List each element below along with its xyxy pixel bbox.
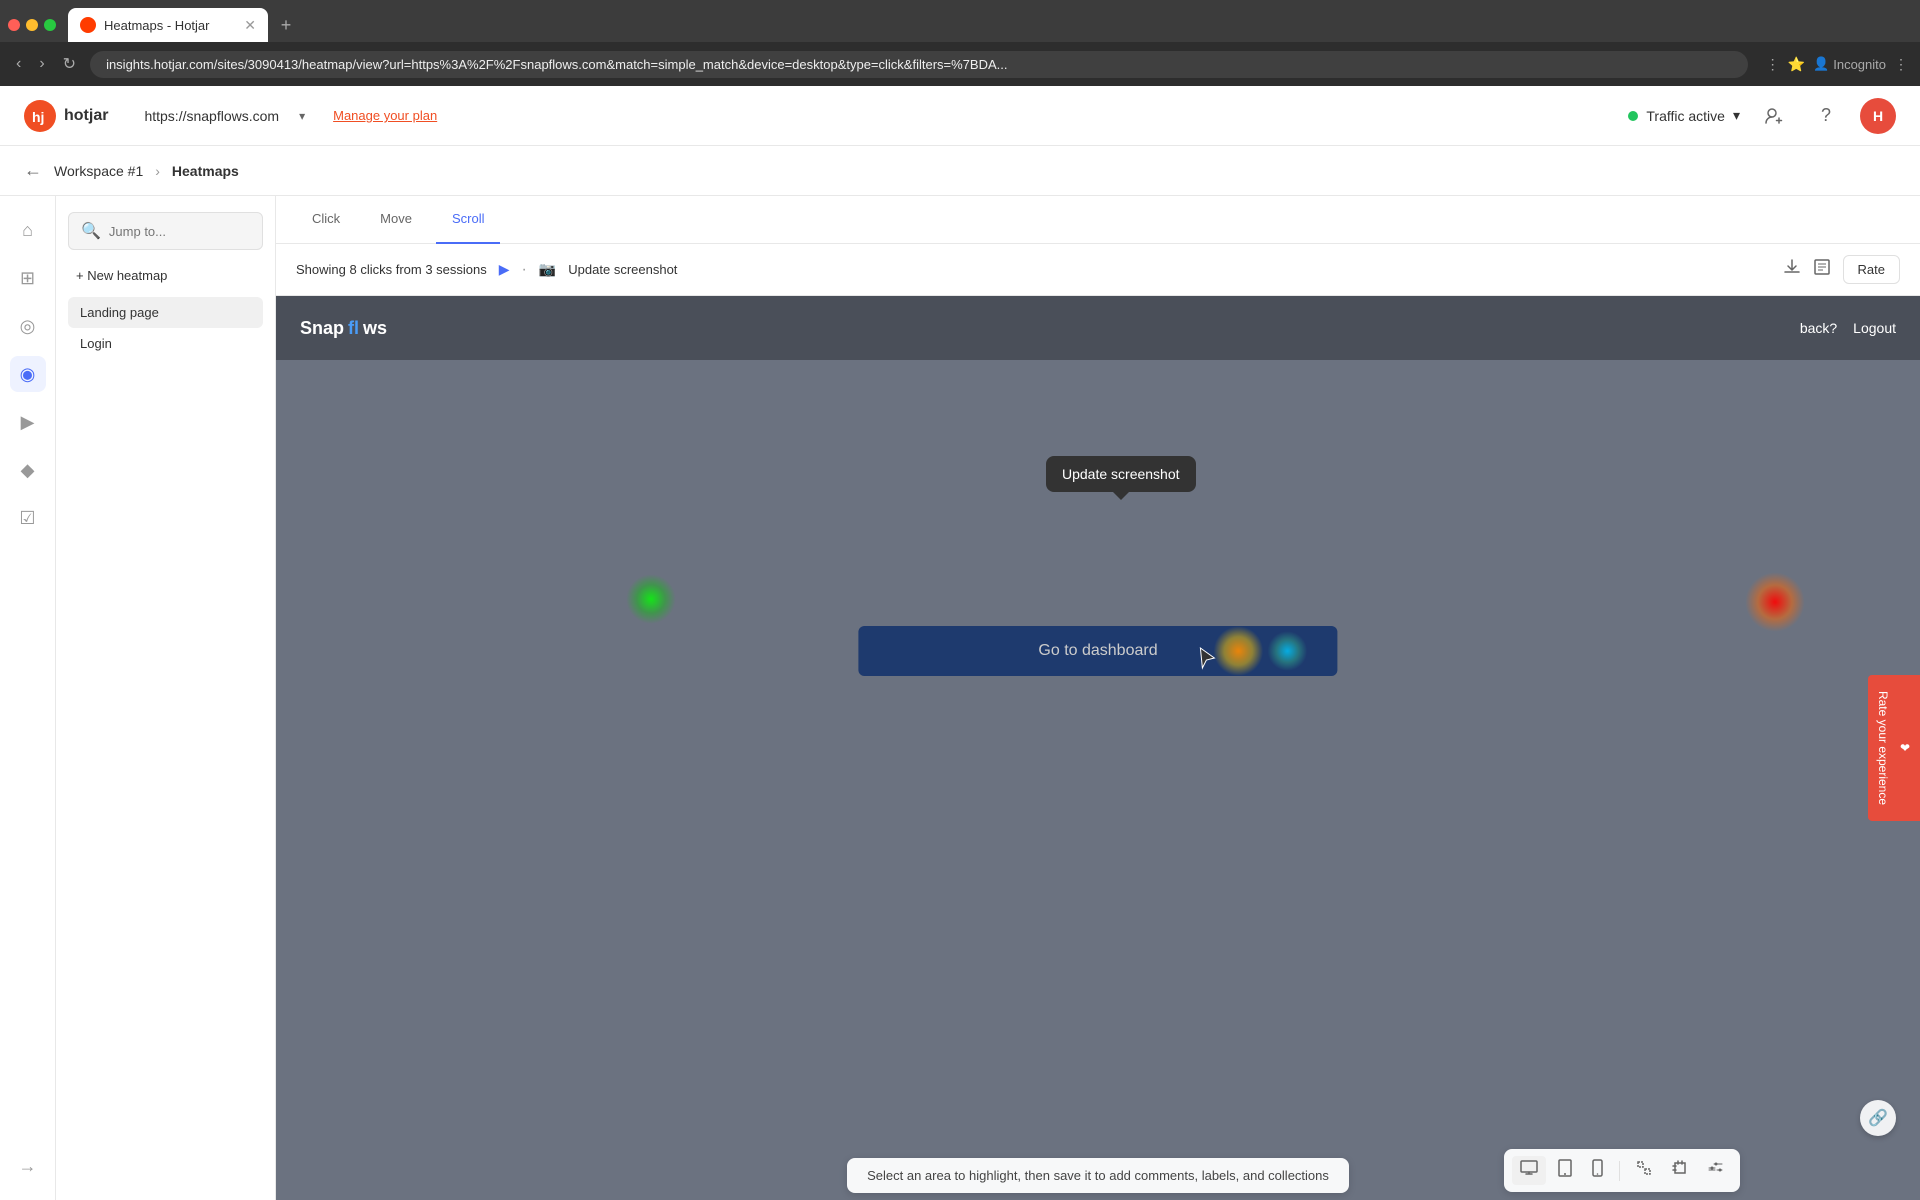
breadcrumb-bar: ← Workspace #1 › Heatmaps xyxy=(0,146,1920,196)
extensions-button[interactable]: ⭐ xyxy=(1788,56,1805,73)
separator: · xyxy=(522,261,527,279)
page-logo: Snapflws xyxy=(300,318,387,339)
hotjar-logo-icon: hj xyxy=(24,100,56,132)
app-container: hj hotjar https://snapflows.com ▾ Manage… xyxy=(0,86,1920,1200)
heatspot-nav-right xyxy=(1745,572,1805,632)
breadcrumb-separator: › xyxy=(155,163,160,179)
user-avatar[interactable]: H xyxy=(1860,98,1896,134)
rate-experience-icon: ❤ xyxy=(1898,741,1912,755)
tablet-view-button[interactable] xyxy=(1550,1155,1580,1186)
cursor-pointer xyxy=(1198,646,1218,675)
download-button[interactable] xyxy=(1783,258,1801,281)
content-area: Click Move Scroll Showing 8 clicks from … xyxy=(276,196,1920,1200)
divider xyxy=(1619,1161,1620,1181)
camera-icon: 📷 xyxy=(539,261,556,278)
breadcrumb-workspace[interactable]: Workspace #1 xyxy=(54,163,143,179)
sidebar-panel: 🔍 + New heatmap Landing page Login xyxy=(56,196,276,1200)
profile-icon: 👤 xyxy=(1813,56,1829,72)
sidebar-item-landing-page[interactable]: Landing page xyxy=(68,297,263,328)
tab-move[interactable]: Move xyxy=(364,196,428,244)
address-bar: ‹ › ↻ ⋮ ⭐ 👤 Incognito ⋮ xyxy=(0,42,1920,86)
tab-close-button[interactable]: ✕ xyxy=(244,17,256,34)
sidebar-item-surveys[interactable]: ☑ xyxy=(10,500,46,536)
play-sessions-button[interactable]: ▶ xyxy=(499,261,510,278)
rate-button[interactable]: Rate xyxy=(1843,255,1900,284)
sidebar-item-feedback[interactable]: ◆ xyxy=(10,452,46,488)
tab-scroll[interactable]: Scroll xyxy=(436,196,501,244)
site-dropdown-button[interactable]: ▾ xyxy=(299,109,305,123)
heatmap-viewport: Update screenshot Snapflws back? Logout xyxy=(276,296,1920,1200)
sessions-info-text: Showing 8 clicks from 3 sessions xyxy=(296,262,487,277)
search-box: 🔍 xyxy=(68,212,263,250)
minimize-dot[interactable] xyxy=(26,19,38,31)
nav-right: Traffic active ▾ ? H xyxy=(1628,98,1896,134)
left-icon-sidebar: ⌂ ⊞ ◎ ◉ ▶ ◆ ☑ → xyxy=(0,196,56,1200)
browser-chrome: Heatmaps - Hotjar ✕ + ‹ › ↻ ⋮ ⭐ 👤 Incogn… xyxy=(0,0,1920,86)
manage-plan-link[interactable]: Manage your plan xyxy=(333,108,437,123)
menu-button[interactable]: ⋮ xyxy=(1894,56,1908,73)
tab-click[interactable]: Click xyxy=(296,196,356,244)
browser-tab[interactable]: Heatmaps - Hotjar ✕ xyxy=(68,8,268,42)
refresh-button[interactable]: ↻ xyxy=(59,50,80,78)
sidebar-item-home[interactable]: ⌂ xyxy=(10,212,46,248)
select-area-hint: Select an area to highlight, then save i… xyxy=(847,1158,1349,1193)
back-button[interactable]: ‹ xyxy=(12,51,25,77)
dashboard-button[interactable]: Go to dashboard xyxy=(858,626,1337,676)
sidebar-item-collapse[interactable]: → xyxy=(10,1148,46,1184)
mobile-view-button[interactable] xyxy=(1584,1155,1611,1186)
help-button[interactable]: ? xyxy=(1808,98,1844,134)
adjust-tool-button[interactable] xyxy=(1700,1156,1732,1185)
nav-site-url: https://snapflows.com xyxy=(144,108,279,124)
search-input[interactable] xyxy=(109,224,250,239)
incognito-badge: 👤 Incognito xyxy=(1813,56,1886,73)
traffic-active-indicator[interactable]: Traffic active ▾ xyxy=(1628,107,1740,124)
traffic-dropdown-icon: ▾ xyxy=(1733,107,1740,124)
selection-tool-button[interactable] xyxy=(1628,1156,1660,1185)
new-tab-button[interactable]: + xyxy=(272,11,300,39)
tab-favicon xyxy=(80,17,96,33)
update-screenshot-link[interactable]: Update screenshot xyxy=(568,262,677,277)
rate-experience-sidebar[interactable]: ❤ Rate your experience xyxy=(1868,675,1920,821)
info-bar-right: Rate xyxy=(1783,255,1900,284)
main-layout: ⌂ ⊞ ◎ ◉ ▶ ◆ ☑ → 🔍 + New heatmap Landing … xyxy=(0,196,1920,1200)
hotjar-brand: hotjar xyxy=(64,107,108,125)
desktop-view-button[interactable] xyxy=(1512,1156,1546,1185)
new-heatmap-button[interactable]: + New heatmap xyxy=(68,262,263,289)
crop-tool-button[interactable] xyxy=(1664,1156,1696,1185)
sidebar-item-recordings[interactable]: ▶ xyxy=(10,404,46,440)
sidebar-item-login[interactable]: Login xyxy=(68,328,263,359)
search-icon: 🔍 xyxy=(81,221,101,241)
link-icon[interactable]: 🔗 xyxy=(1860,1100,1896,1136)
page-nav-bar: Snapflws back? Logout xyxy=(276,296,1920,360)
add-user-button[interactable] xyxy=(1756,98,1792,134)
traffic-status-dot xyxy=(1628,111,1638,121)
top-nav: hj hotjar https://snapflows.com ▾ Manage… xyxy=(0,86,1920,146)
tab-title: Heatmaps - Hotjar xyxy=(104,18,209,33)
dashboard-button-wrapper: Go to dashboard xyxy=(858,626,1337,676)
forward-button[interactable]: › xyxy=(35,51,48,77)
device-switcher xyxy=(1504,1149,1740,1192)
browser-actions: ⋮ ⭐ 👤 Incognito ⋮ xyxy=(1766,56,1908,73)
close-dot[interactable] xyxy=(8,19,20,31)
cast-button[interactable]: ⋮ xyxy=(1766,56,1780,73)
sidebar-item-dashboard[interactable]: ⊞ xyxy=(10,260,46,296)
heatspot-logo xyxy=(626,574,676,624)
heatmap-info-bar: Showing 8 clicks from 3 sessions ▶ · 📷 U… xyxy=(276,244,1920,296)
sidebar-item-heatmaps[interactable]: ◉ xyxy=(10,356,46,392)
breadcrumb-current: Heatmaps xyxy=(172,163,239,179)
svg-text:hj: hj xyxy=(32,109,44,125)
window-controls xyxy=(8,19,56,31)
crop-button[interactable] xyxy=(1813,258,1831,281)
address-input[interactable] xyxy=(90,51,1748,78)
back-button[interactable]: ← xyxy=(24,160,42,181)
heatmap-toolbar: Click Move Scroll xyxy=(276,196,1920,244)
page-nav-right: back? Logout xyxy=(1800,320,1896,336)
hotjar-logo: hj hotjar xyxy=(24,100,108,132)
update-screenshot-tooltip: Update screenshot xyxy=(1046,456,1196,492)
maximize-dot[interactable] xyxy=(44,19,56,31)
sidebar-item-insights[interactable]: ◎ xyxy=(10,308,46,344)
